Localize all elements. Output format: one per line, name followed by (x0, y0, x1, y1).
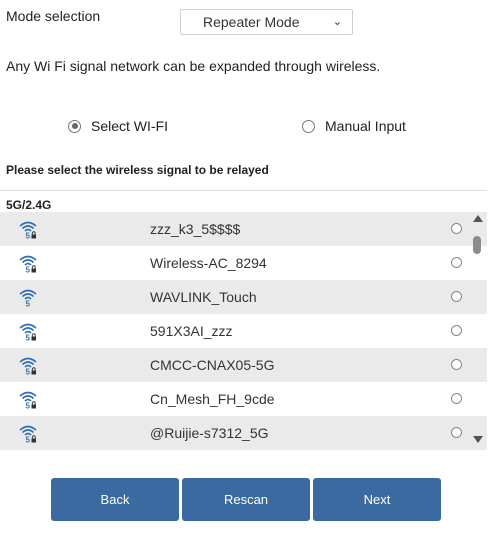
mode-description: Any Wi Fi signal network can be expanded… (6, 58, 381, 74)
network-ssid: zzz_k3_5$$$$ (150, 221, 241, 237)
svg-text:5: 5 (26, 334, 31, 343)
network-ssid: @Ruijie-s7312_5G (150, 425, 269, 441)
divider (0, 190, 487, 191)
band-title: 5G/2.4G (6, 198, 52, 212)
network-row[interactable]: 5WAVLINK-Mesh_C1B0 (0, 450, 487, 454)
network-ssid: Cn_Mesh_FH_9cde (150, 391, 275, 407)
scroll-thumb[interactable] (473, 236, 481, 254)
list-scrollbar[interactable] (470, 212, 485, 454)
scroll-down-arrow-icon[interactable] (473, 436, 483, 443)
svg-text:5: 5 (26, 402, 31, 411)
wifi-5g-locked-icon: 5 (19, 221, 37, 241)
network-row[interactable]: 5 Cn_Mesh_FH_9cde (0, 382, 487, 416)
mode-select[interactable]: Repeater Mode ⌄ (180, 9, 353, 35)
network-row[interactable]: 5 zzz_k3_5$$$$ (0, 212, 487, 246)
chevron-down-icon: ⌄ (332, 16, 342, 28)
wifi-5g-locked-icon: 5 (19, 323, 37, 343)
manual-input-radio[interactable] (302, 119, 315, 133)
svg-text:5: 5 (26, 368, 31, 377)
mode-select-value: Repeater Mode (203, 14, 300, 30)
network-radio[interactable] (451, 393, 462, 404)
network-row[interactable]: 5 WAVLINK_Touch (0, 280, 487, 314)
network-ssid: Wireless-AC_8294 (150, 255, 267, 271)
wifi-5g-locked-icon: 5 (19, 357, 37, 377)
select-wifi-label: Select WI-FI (91, 118, 169, 134)
next-button[interactable]: Next (313, 478, 441, 521)
network-row[interactable]: 5 @Ruijie-s7312_5G (0, 416, 487, 450)
mode-label: Mode selection (6, 8, 101, 24)
wifi-5g-locked-icon: 5 (19, 425, 37, 445)
network-radio[interactable] (451, 359, 462, 370)
svg-text:5: 5 (26, 436, 31, 445)
network-ssid: CMCC-CNAX05-5G (150, 357, 275, 373)
network-ssid: 591X3AI_zzz (150, 323, 233, 339)
option-manual-input[interactable]: Manual Input (302, 118, 406, 134)
wifi-5g-locked-icon: 5 (19, 391, 37, 411)
network-row[interactable]: 5 CMCC-CNAX05-5G (0, 348, 487, 382)
network-radio[interactable] (451, 325, 462, 336)
svg-text:5: 5 (26, 232, 31, 241)
wifi-5g-locked-icon: 5 (19, 255, 37, 275)
network-row[interactable]: 5 Wireless-AC_8294 (0, 246, 487, 280)
network-radio[interactable] (451, 291, 462, 302)
select-wifi-radio[interactable] (68, 119, 81, 133)
rescan-button[interactable]: Rescan (182, 478, 310, 521)
section-title: Please select the wireless signal to be … (6, 163, 269, 177)
manual-input-label: Manual Input (325, 118, 406, 134)
svg-text:5: 5 (26, 266, 31, 275)
network-row[interactable]: 5 591X3AI_zzz (0, 314, 487, 348)
network-radio[interactable] (451, 257, 462, 268)
network-radio[interactable] (451, 427, 462, 438)
option-select-wifi[interactable]: Select WI-FI (68, 118, 168, 134)
network-list[interactable]: 5 zzz_k3_5$$$$ 5 Wireless-AC_8294 5 WAVLINK_T… (0, 212, 487, 454)
wifi-5g-icon: 5 (19, 289, 37, 309)
back-button[interactable]: Back (51, 478, 179, 521)
svg-text:5: 5 (26, 300, 31, 309)
network-ssid: WAVLINK_Touch (150, 289, 257, 305)
network-radio[interactable] (451, 223, 462, 234)
scroll-up-arrow-icon[interactable] (473, 215, 483, 222)
